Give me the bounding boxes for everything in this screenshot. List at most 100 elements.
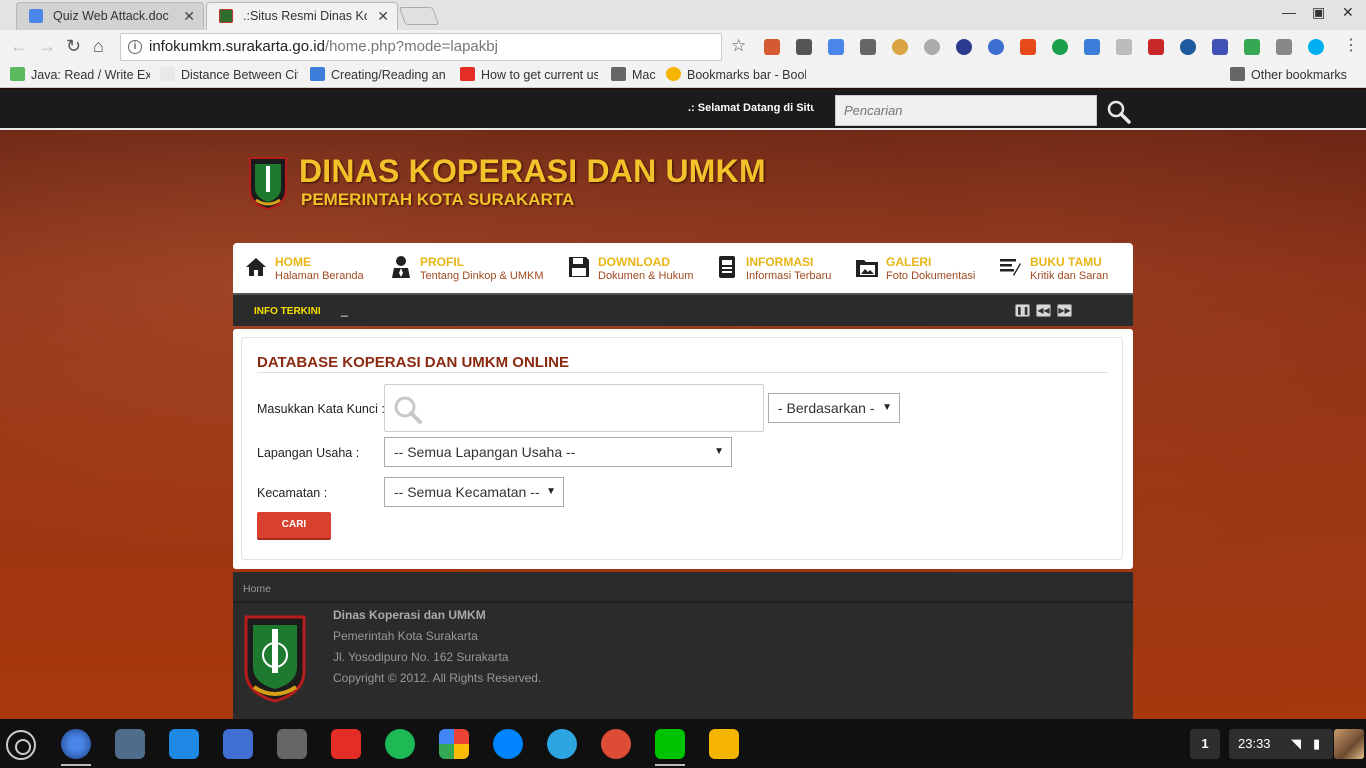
business-field-select[interactable]: -- Semua Lapangan Usaha -- ▼ (384, 437, 732, 467)
menu-subtitle: Tentang Dinkop & UMKM (420, 270, 544, 282)
chrome-app-icon[interactable] (61, 729, 91, 759)
extension-icon[interactable] (1148, 39, 1164, 55)
criteria-select[interactable]: - Berdasarkan - ▼ (768, 393, 900, 423)
translate-icon[interactable] (828, 39, 844, 55)
inbox-app-icon[interactable] (223, 729, 253, 759)
form-heading: DATABASE KOPERASI DAN UMKM ONLINE (257, 354, 569, 371)
extension-icon[interactable] (1180, 39, 1196, 55)
district-value: -- Semua Kecamatan -- (394, 484, 540, 500)
document-icon (719, 256, 735, 278)
status-area[interactable]: 23:33 ◥ ▮ (1229, 729, 1333, 759)
tab-quiz[interactable]: Quiz Web Attack.doc - Go ✕ (16, 2, 204, 30)
notification-count[interactable]: 1 (1190, 729, 1220, 759)
extension-icon[interactable] (796, 39, 812, 55)
mail-icon[interactable] (860, 39, 876, 55)
office-icon[interactable] (1020, 39, 1036, 55)
extension-icon[interactable] (892, 39, 908, 55)
keep-app-icon[interactable] (709, 729, 739, 759)
district-label: Kecamatan : (257, 486, 328, 500)
menu-title: GALERI (886, 255, 932, 269)
bookmark-star-icon[interactable]: ☆ (731, 36, 746, 56)
skype-icon[interactable] (1308, 39, 1324, 55)
search-button[interactable]: CARI (257, 512, 331, 540)
compass-icon[interactable] (924, 39, 940, 55)
criteria-select-value: - Berdasarkan - (778, 400, 875, 416)
previous-icon[interactable]: ◀◀ (1036, 304, 1051, 317)
files-app-icon[interactable] (169, 729, 199, 759)
menu-title: BUKU TAMU (1030, 255, 1102, 269)
menu-profil[interactable]: PROFIL Tentang Dinkop & UMKM (389, 243, 549, 293)
bookmark-folder[interactable]: Mac (611, 67, 661, 84)
menu-download[interactable]: DOWNLOAD Dokumen & Hukum (567, 243, 697, 293)
extension-icon[interactable] (988, 39, 1004, 55)
k-icon[interactable] (956, 39, 972, 55)
menu-informasi[interactable]: INFORMASI Informasi Terbaru (715, 243, 845, 293)
field-label: Lapangan Usaha : (257, 446, 360, 460)
calculator-app-icon[interactable] (277, 729, 307, 759)
floppy-icon (569, 257, 589, 277)
wifi-icon: ◥ (1291, 736, 1301, 751)
menu-icon[interactable]: ⋮ (1343, 36, 1359, 56)
footer: Home Dinas Koperasi dan UMKM Pemerintah … (233, 572, 1133, 719)
other-bookmarks-folder[interactable]: Other bookmarks (1230, 67, 1347, 84)
bookmark-item[interactable]: Distance Between Citi (160, 67, 298, 84)
telegram-app-icon[interactable] (547, 729, 577, 759)
tab-situs[interactable]: .:Situs Resmi Dinas Kope ✕ (206, 2, 398, 30)
gallery-icon (856, 260, 878, 277)
url-path: /home.php?mode=lapakbj (324, 38, 498, 55)
youtube-icon (460, 67, 475, 81)
site-favicon-icon (219, 9, 233, 23)
keyword-input[interactable] (384, 384, 764, 432)
site-title: DINAS KOPERASI DAN UMKM (299, 153, 766, 189)
camera-app-icon[interactable] (115, 729, 145, 759)
bookmark-item[interactable]: How to get current us (460, 67, 598, 84)
menu-subtitle: Informasi Terbaru (746, 270, 832, 282)
breadcrumb-home[interactable]: Home (243, 583, 271, 595)
new-tab-button[interactable] (398, 7, 440, 25)
bookmark-item[interactable]: Java: Read / Write Ex (10, 67, 150, 84)
spotify-app-icon[interactable] (385, 729, 415, 759)
close-window-icon[interactable]: ✕ (1342, 4, 1354, 21)
pause-icon[interactable]: ❚❚ (1015, 304, 1030, 317)
drive-icon[interactable] (1244, 39, 1260, 55)
reload-icon[interactable]: ↻ (66, 36, 81, 56)
browser-toolbar: ← → ↻ ⌂ i infokumkm.surakarta.go.id/home… (0, 30, 1366, 64)
messenger-app-icon[interactable] (493, 729, 523, 759)
site-search-input[interactable] (835, 95, 1097, 126)
address-bar[interactable]: i infokumkm.surakarta.go.id/home.php?mod… (120, 33, 722, 61)
keyword-label: Masukkan Kata Kunci : (257, 402, 385, 416)
extension-icon[interactable] (1052, 39, 1068, 55)
google-plus-app-icon[interactable] (601, 729, 631, 759)
extension-icon[interactable] (1212, 39, 1228, 55)
cast-icon[interactable] (1276, 39, 1292, 55)
docs-icon (29, 9, 43, 23)
forward-icon[interactable]: → (38, 36, 56, 56)
info-icon[interactable]: i (128, 40, 142, 54)
bookmark-item[interactable]: Bookmarks bar - Book (666, 67, 806, 84)
maximize-icon[interactable]: ▣ (1312, 4, 1325, 21)
close-icon[interactable]: ✕ (183, 3, 195, 29)
youtube-app-icon[interactable] (331, 729, 361, 759)
bookmark-label: How to get current us (481, 68, 598, 82)
back-icon[interactable]: ← (10, 36, 28, 56)
close-icon[interactable]: ✕ (377, 3, 389, 29)
house-icon (246, 258, 266, 276)
district-select[interactable]: -- Semua Kecamatan -- ▼ (384, 477, 564, 507)
search-icon[interactable] (1106, 100, 1132, 124)
line-app-icon[interactable] (655, 729, 685, 759)
next-icon[interactable]: ▶▶ (1057, 304, 1072, 317)
menu-buku-tamu[interactable]: BUKU TAMU Kritik dan Saran (998, 243, 1128, 293)
search-form: DATABASE KOPERASI DAN UMKM ONLINE Masukk… (241, 337, 1123, 560)
bookmark-item[interactable]: Creating/Reading an (310, 67, 446, 84)
extension-icon[interactable] (764, 39, 780, 55)
clock: 23:33 (1238, 736, 1271, 751)
minimize-icon[interactable]: — (1282, 4, 1296, 20)
menu-galeri[interactable]: GALERI Foto Dokumentasi (855, 243, 985, 293)
home-icon[interactable]: ⌂ (93, 36, 104, 56)
photos-app-icon[interactable] (439, 729, 469, 759)
avatar[interactable] (1334, 729, 1364, 759)
calendar-icon[interactable] (1084, 39, 1100, 55)
menu-home[interactable]: HOME Halaman Beranda (244, 243, 384, 293)
extension-icon[interactable] (1116, 39, 1132, 55)
launcher-icon[interactable] (6, 730, 36, 760)
